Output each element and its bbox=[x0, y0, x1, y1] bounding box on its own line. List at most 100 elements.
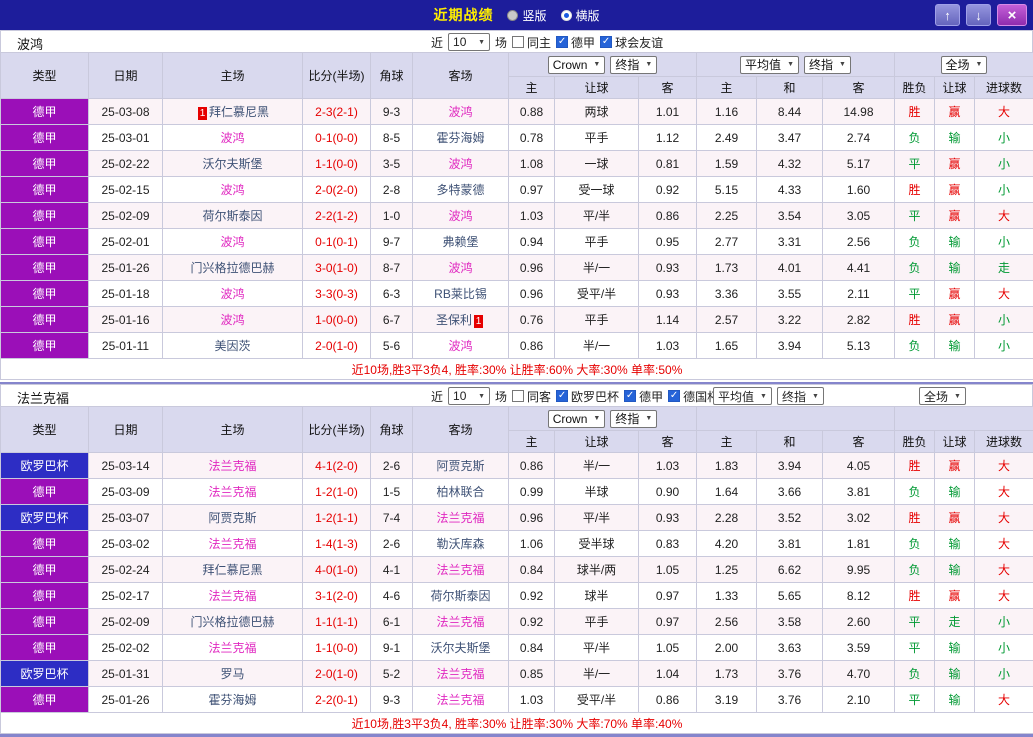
handicap-result-cell: 赢 bbox=[935, 99, 975, 125]
handicap-result-cell: 输 bbox=[935, 125, 975, 151]
checkbox-europa-league[interactable]: 欧罗巴杯 bbox=[556, 388, 619, 405]
date-cell: 25-03-09 bbox=[89, 479, 163, 505]
away-team-link[interactable]: 柏林联合 bbox=[436, 485, 484, 499]
home-team-link[interactable]: 法兰克福 bbox=[208, 589, 256, 603]
away-team-link[interactable]: RB莱比锡 bbox=[434, 287, 487, 301]
home-team-link[interactable]: 拜仁慕尼黑 bbox=[209, 105, 269, 119]
league-cell: 欧罗巴杯 bbox=[1, 453, 89, 479]
handicap-result-label: 输 bbox=[949, 641, 961, 655]
away-team-link[interactable]: 法兰克福 bbox=[436, 615, 484, 629]
radio-horizontal[interactable]: 横版 bbox=[561, 7, 600, 24]
date-cell: 25-01-26 bbox=[89, 687, 163, 713]
checkbox-same-away[interactable]: 同客 bbox=[512, 388, 551, 405]
radio-vertical[interactable]: 竖版 bbox=[507, 7, 546, 24]
match-count-select[interactable]: 10 ▼ bbox=[448, 387, 490, 405]
home-team-link[interactable]: 法兰克福 bbox=[208, 537, 256, 551]
handicap-result-label: 赢 bbox=[949, 459, 961, 473]
home-team-cell: 法兰克福 bbox=[163, 453, 303, 479]
away-team-link[interactable]: 沃尔夫斯堡 bbox=[430, 641, 490, 655]
home-team-link[interactable]: 拜仁慕尼黑 bbox=[202, 563, 262, 577]
home-team-link[interactable]: 阿贾克斯 bbox=[208, 511, 256, 525]
checkbox-bundesliga[interactable]: 德甲 bbox=[624, 388, 663, 405]
filter-controls: 近 10 ▼ 场 同主 德甲 球会友谊 bbox=[431, 33, 663, 51]
scope-select[interactable]: 全场 ▼ bbox=[941, 56, 988, 74]
match-row: 德甲 25-03-08 1拜仁慕尼黑 2-3(2-1) 9-3 波鸿 0.88 … bbox=[1, 99, 1033, 125]
checkbox-club-friendly[interactable]: 球会友谊 bbox=[600, 34, 663, 51]
avg-away-cell: 14.98 bbox=[823, 99, 895, 125]
away-team-link[interactable]: 波鸿 bbox=[448, 209, 472, 223]
average-selects: 平均值 ▼ 终指 ▼ bbox=[713, 387, 824, 405]
away-team-link[interactable]: 波鸿 bbox=[448, 157, 472, 171]
away-team-cell: 法兰克福 bbox=[413, 505, 509, 531]
away-team-cell: RB莱比锡 bbox=[413, 281, 509, 307]
home-team-link[interactable]: 沃尔夫斯堡 bbox=[202, 157, 262, 171]
average-select[interactable]: 平均值 ▼ bbox=[740, 56, 799, 74]
home-team-link[interactable]: 门兴格拉德巴赫 bbox=[190, 261, 274, 275]
average-period-select[interactable]: 终指 ▼ bbox=[777, 387, 824, 405]
result-cell: 平 bbox=[895, 281, 935, 307]
away-team-link[interactable]: 波鸿 bbox=[448, 105, 472, 119]
away-team-link[interactable]: 霍芬海姆 bbox=[436, 131, 484, 145]
league-cell: 德甲 bbox=[1, 125, 89, 151]
odds-company-select[interactable]: Crown ▼ bbox=[548, 56, 606, 74]
average-select[interactable]: 平均值 ▼ bbox=[713, 387, 772, 405]
avg-draw-label: 3.58 bbox=[778, 615, 801, 629]
handicap-label: 平手 bbox=[584, 131, 608, 145]
scroll-up-button[interactable]: ↑ bbox=[935, 4, 960, 26]
avg-home-label: 5.15 bbox=[715, 183, 738, 197]
home-team-link[interactable]: 美因茨 bbox=[214, 339, 250, 353]
away-team-link[interactable]: 荷尔斯泰因 bbox=[430, 589, 490, 603]
home-team-link[interactable]: 法兰克福 bbox=[208, 641, 256, 655]
average-period-select[interactable]: 终指 ▼ bbox=[804, 56, 851, 74]
odds-period-select[interactable]: 终指 ▼ bbox=[610, 410, 657, 428]
home-team-link[interactable]: 波鸿 bbox=[220, 313, 244, 327]
avg-away-label: 14.98 bbox=[843, 105, 873, 119]
close-button[interactable]: × bbox=[997, 4, 1027, 26]
away-team-link[interactable]: 多特蒙德 bbox=[436, 183, 484, 197]
away-team-link[interactable]: 法兰克福 bbox=[436, 667, 484, 681]
home-team-link[interactable]: 门兴格拉德巴赫 bbox=[190, 615, 274, 629]
match-count-select[interactable]: 10 ▼ bbox=[448, 33, 490, 51]
handicap-label: 受半球 bbox=[578, 537, 614, 551]
away-team-link[interactable]: 法兰克福 bbox=[436, 563, 484, 577]
home-team-link[interactable]: 法兰克福 bbox=[208, 485, 256, 499]
away-odds-cell: 0.92 bbox=[639, 177, 697, 203]
scope-select[interactable]: 全场 ▼ bbox=[919, 387, 966, 405]
home-team-link[interactable]: 荷尔斯泰因 bbox=[202, 209, 262, 223]
away-team-cell: 法兰克福 bbox=[413, 687, 509, 713]
avg-away-cell: 4.70 bbox=[823, 661, 895, 687]
result-cell: 平 bbox=[895, 609, 935, 635]
checkbox-bundesliga[interactable]: 德甲 bbox=[556, 34, 595, 51]
away-team-link[interactable]: 勒沃库森 bbox=[436, 537, 484, 551]
score-label: 2-0(2-0) bbox=[315, 183, 358, 197]
corner-cell: 9-7 bbox=[371, 229, 413, 255]
checkbox-german-cup[interactable]: 德国杯 bbox=[668, 388, 719, 405]
result-label: 胜 bbox=[909, 511, 921, 525]
away-odds-cell: 0.83 bbox=[639, 531, 697, 557]
away-team-link[interactable]: 阿贾克斯 bbox=[436, 459, 484, 473]
odds-period-select[interactable]: 终指 ▼ bbox=[610, 56, 657, 74]
corner-label: 2-6 bbox=[383, 459, 400, 473]
home-team-link[interactable]: 罗马 bbox=[220, 667, 244, 681]
league-label: 欧罗巴杯 bbox=[20, 459, 68, 473]
away-team-link[interactable]: 波鸿 bbox=[448, 261, 472, 275]
checkbox-same-home[interactable]: 同主 bbox=[512, 34, 551, 51]
away-team-link[interactable]: 法兰克福 bbox=[436, 511, 484, 525]
away-team-link[interactable]: 波鸿 bbox=[448, 339, 472, 353]
result-cell: 胜 bbox=[895, 453, 935, 479]
home-team-link[interactable]: 波鸿 bbox=[220, 183, 244, 197]
avg-draw-label: 4.33 bbox=[778, 183, 801, 197]
home-team-link[interactable]: 霍芬海姆 bbox=[208, 693, 256, 707]
odds-company-select[interactable]: Crown ▼ bbox=[548, 410, 606, 428]
home-team-link[interactable]: 法兰克福 bbox=[208, 459, 256, 473]
away-team-cell: 沃尔夫斯堡 bbox=[413, 635, 509, 661]
away-team-link[interactable]: 圣保利 bbox=[436, 313, 472, 327]
away-team-link[interactable]: 法兰克福 bbox=[436, 693, 484, 707]
scroll-down-button[interactable]: ↓ bbox=[966, 4, 991, 26]
home-team-link[interactable]: 波鸿 bbox=[220, 287, 244, 301]
checkbox-label: 球会友谊 bbox=[615, 34, 663, 51]
away-team-link[interactable]: 弗赖堡 bbox=[442, 235, 478, 249]
home-team-link[interactable]: 波鸿 bbox=[220, 131, 244, 145]
home-team-link[interactable]: 波鸿 bbox=[220, 235, 244, 249]
date-label: 25-01-26 bbox=[101, 693, 149, 707]
